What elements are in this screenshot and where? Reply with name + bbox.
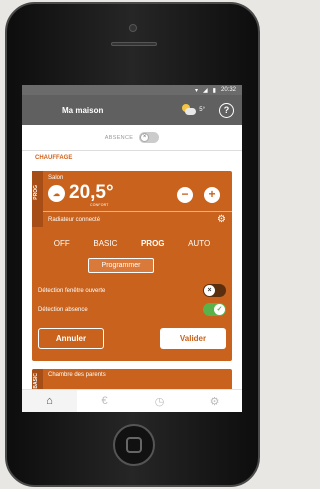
absence-row: ABSENCE × — [22, 125, 242, 151]
decrease-temp-button[interactable]: − — [177, 187, 193, 203]
zone-mode-label: BASIC — [33, 373, 39, 389]
app-header: Ma maison 5° ? — [22, 95, 242, 125]
close-icon: × — [204, 285, 215, 296]
wifi-icon: ▾ — [195, 87, 199, 94]
tab-costs[interactable]: € — [77, 390, 132, 412]
zone-mode-strip: PROG — [32, 171, 43, 227]
weather-temperature: 5° — [199, 107, 205, 113]
mode-prog[interactable]: PROG — [138, 235, 168, 252]
programmer-button[interactable]: Programmer — [88, 258, 154, 273]
tab-schedule[interactable]: ◷ — [132, 390, 187, 412]
comfort-icon: ☁ — [48, 185, 65, 202]
window-detection-row: Détection fenêtre ouverte × — [38, 284, 226, 297]
speaker — [111, 42, 157, 46]
bottom-nav: ⌂ € ◷ ⚙ — [22, 389, 242, 412]
signal-icon: ◢ — [203, 87, 208, 94]
tab-settings[interactable]: ⚙ — [187, 390, 242, 412]
cancel-button[interactable]: Annuler — [38, 328, 104, 349]
home-hardware-button[interactable] — [113, 424, 155, 466]
increase-temp-button[interactable]: + — [204, 187, 220, 203]
gear-icon[interactable]: ⚙ — [217, 214, 226, 225]
clock-icon: ◷ — [154, 395, 165, 408]
absence-label: ABSENCE — [104, 134, 134, 141]
tab-home[interactable]: ⌂ — [22, 390, 77, 412]
mode-basic[interactable]: BASIC — [90, 235, 120, 252]
absence-detection-label: Détection absence — [38, 306, 88, 313]
check-icon: ✓ — [214, 304, 225, 315]
gear-icon: ⚙ — [209, 395, 220, 408]
temperature-status: CONFORT — [90, 203, 109, 207]
absence-toggle[interactable]: × — [139, 132, 160, 143]
page-title: Ma maison — [62, 105, 104, 115]
room-name: Salon — [48, 175, 64, 181]
absence-detection-row: Détection absence ✓ — [38, 303, 226, 316]
section-title: CHAUFFAGE — [35, 155, 73, 161]
euro-icon: € — [101, 395, 108, 407]
status-time: 20:32 — [220, 87, 236, 93]
validate-button[interactable]: Valider — [160, 328, 226, 349]
mode-off[interactable]: OFF — [51, 235, 73, 252]
status-bar: ▾ ◢ ▮ 20:32 — [22, 85, 242, 95]
home-icon: ⌂ — [46, 395, 53, 407]
weather-icon — [182, 104, 197, 116]
app-screen: ▾ ◢ ▮ 20:32 Ma maison 5° ? ABSENCE × CHA… — [22, 85, 242, 412]
room-name: Chambre des parents — [48, 372, 106, 378]
mode-auto[interactable]: AUTO — [185, 235, 213, 252]
device-label: Radiateur connecté — [48, 216, 101, 223]
absence-detection-toggle[interactable]: ✓ — [203, 303, 226, 316]
help-button[interactable]: ? — [219, 102, 234, 118]
weather-widget[interactable]: 5° — [182, 104, 205, 116]
mode-selector: OFF BASIC PROG AUTO — [32, 235, 232, 252]
temperature-value: 20,5° — [69, 182, 114, 203]
card-actions: Annuler Valider — [38, 328, 226, 349]
zone-card: PROG Salon ☁ 20,5° CONFORT − + Radiateur… — [32, 171, 232, 361]
battery-icon: ▮ — [212, 87, 216, 94]
camera — [129, 24, 137, 32]
zone-mode-label: PROG — [33, 185, 39, 200]
window-detection-toggle[interactable]: × — [203, 284, 226, 297]
close-icon: × — [140, 133, 150, 142]
device-row[interactable]: Radiateur connecté ⚙ — [43, 211, 232, 227]
window-detection-label: Détection fenêtre ouverte — [38, 287, 106, 294]
